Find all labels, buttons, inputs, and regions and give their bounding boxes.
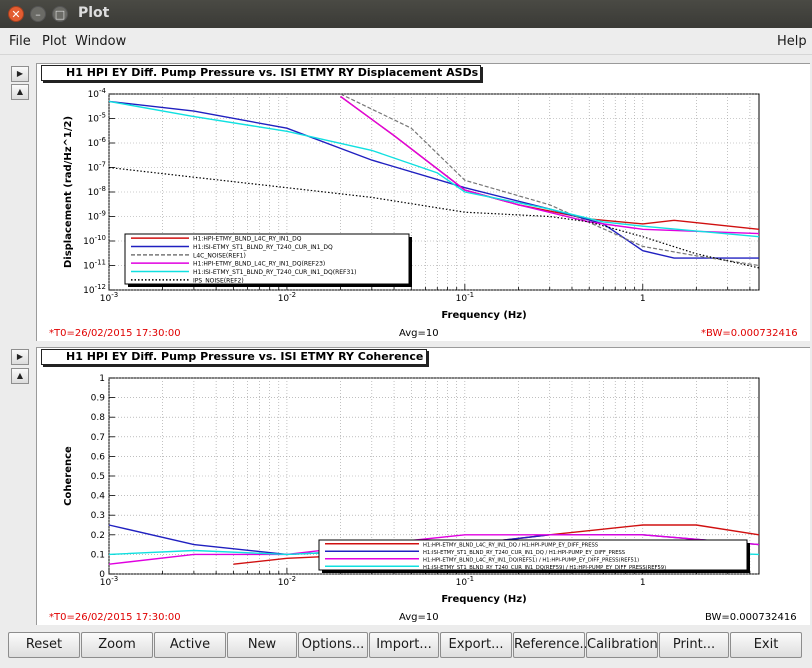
y-tick-label: 10-10 [83,234,106,247]
y-tick-label: 0.1 [91,550,105,560]
panel2-expand-right-icon[interactable]: ▶ [11,349,29,365]
x-axis-label: Frequency (Hz) [441,594,526,605]
y-tick-label: 0.6 [91,452,106,462]
menu-file[interactable]: File [9,34,31,49]
y-tick-label: 0.4 [91,492,106,502]
y-tick-label: 0 [99,570,105,580]
import-button[interactable]: Import... [369,632,439,658]
menu-plot[interactable]: Plot [42,34,67,49]
window-maximize-icon[interactable]: □ [52,6,68,22]
x-tick-label: 10-1 [456,575,474,588]
coherence-bw-label: BW=0.000732416 [705,612,797,623]
window-titlebar: ✕ – □ Plot [0,0,812,28]
legend-entry-6: IPS_NOISE(REF2) [193,277,244,284]
reference-button[interactable]: Reference... [513,632,592,658]
coherence-avg-label: Avg=10 [399,612,439,623]
exit-button[interactable]: Exit [730,632,802,658]
y-tick-label: 10-9 [88,210,106,223]
y-tick-label: 0.8 [91,413,106,423]
menu-bar: File Plot Window Help [0,28,812,55]
panel1-collapse-up-icon[interactable]: ▲ [11,84,29,100]
legend-entry-2: H1:ISI-ETMY_ST1_BLND_RY_T240_CUR_IN1_DQ … [423,550,625,556]
options-button[interactable]: Options... [298,632,368,658]
x-tick-label: 10-2 [278,575,296,588]
legend-entry-1: H1:HPI-ETMY_BLND_L4C_RY_IN1_DQ / H1:HPI-… [423,542,598,548]
asd-chart[interactable]: 10-3 10-2 10-1 110-1210-1110-1010-910-810-7… [37,64,811,342]
y-tick-label: 0.5 [91,472,105,482]
y-tick-label: 0.7 [91,433,105,443]
asd-bw-label: *BW=0.000732416 [701,328,798,339]
menu-help[interactable]: Help [777,34,807,49]
asd-plot-panel[interactable]: H1 HPI EY Diff. Pump Pressure vs. ISI ET… [36,63,810,341]
y-tick-label: 10-7 [88,161,106,174]
menu-window[interactable]: Window [75,34,126,49]
new-button[interactable]: New [227,632,297,658]
x-tick-label: 1 [640,578,646,588]
legend-entry-5: H1:ISI-ETMY_ST1_BLND_RY_T240_CUR_IN1_DQ(… [193,269,356,276]
print-button[interactable]: Print... [659,632,729,658]
zoom-button[interactable]: Zoom [81,632,153,658]
x-tick-label: 10-2 [278,291,296,304]
export-button[interactable]: Export... [440,632,512,658]
x-axis-label: Frequency (Hz) [441,310,526,321]
y-tick-label: 0.2 [91,531,105,541]
panel1-expand-right-icon[interactable]: ▶ [11,66,29,82]
y-tick-label: 0.3 [91,511,105,521]
legend-entry-3: H1:HPI-ETMY_BLND_L4C_RY_IN1_DQ(REF51) / … [423,557,639,563]
y-tick-label: 10-4 [88,87,107,100]
legend-entry-3: L4C_NOISE(REF1) [193,252,246,259]
bottom-toolbar: Reset Zoom Active New Options... Import.… [0,628,812,668]
window-minimize-icon[interactable]: – [30,6,46,22]
asd-t0-label: *T0=26/02/2015 17:30:00 [49,328,181,339]
coherence-plot-panel[interactable]: H1 HPI EY Diff. Pump Pressure vs. ISI ET… [36,347,810,625]
window-title: Plot [78,5,110,21]
window-close-icon[interactable]: ✕ [8,6,24,22]
reset-button[interactable]: Reset [8,632,80,658]
x-tick-label: 10-1 [456,291,474,304]
coherence-t0-label: *T0=26/02/2015 17:30:00 [49,612,181,623]
y-tick-label: 10-6 [88,136,107,149]
x-tick-label: 1 [640,294,646,304]
y-axis-label: Displacement (rad/Hz^1/2) [63,116,74,268]
y-tick-label: 1 [99,374,105,384]
legend-entry-1: H1:HPI-ETMY_BLND_L4C_RY_IN1_DQ [193,236,302,243]
legend-entry-4: H1:ISI-ETMY_ST1_BLND_RY_T240_CUR_IN1_DQ(… [423,565,666,571]
y-tick-label: 10-5 [88,112,106,125]
y-axis-label: Coherence [63,446,74,506]
asd-avg-label: Avg=10 [399,328,439,339]
y-tick-label: 10-11 [83,259,106,272]
panel2-collapse-up-icon[interactable]: ▲ [11,368,29,384]
legend-entry-2: H1:ISI-ETMY_ST1_BLND_RY_T240_CUR_IN1_DQ [193,244,333,251]
legend-entry-4: H1:HPI-ETMY_BLND_L4C_RY_IN1_DQ(REF23) [193,261,325,268]
coherence-chart[interactable]: 10-3 10-2 10-1 100.10.20.30.40.50.60.70.80.… [37,348,811,626]
calibration-button[interactable]: Calibration... [586,632,670,658]
active-button[interactable]: Active [154,632,226,658]
y-tick-label: 0.9 [91,394,106,404]
y-tick-label: 10-8 [88,185,106,198]
x-tick-label: 10-3 [100,291,118,304]
